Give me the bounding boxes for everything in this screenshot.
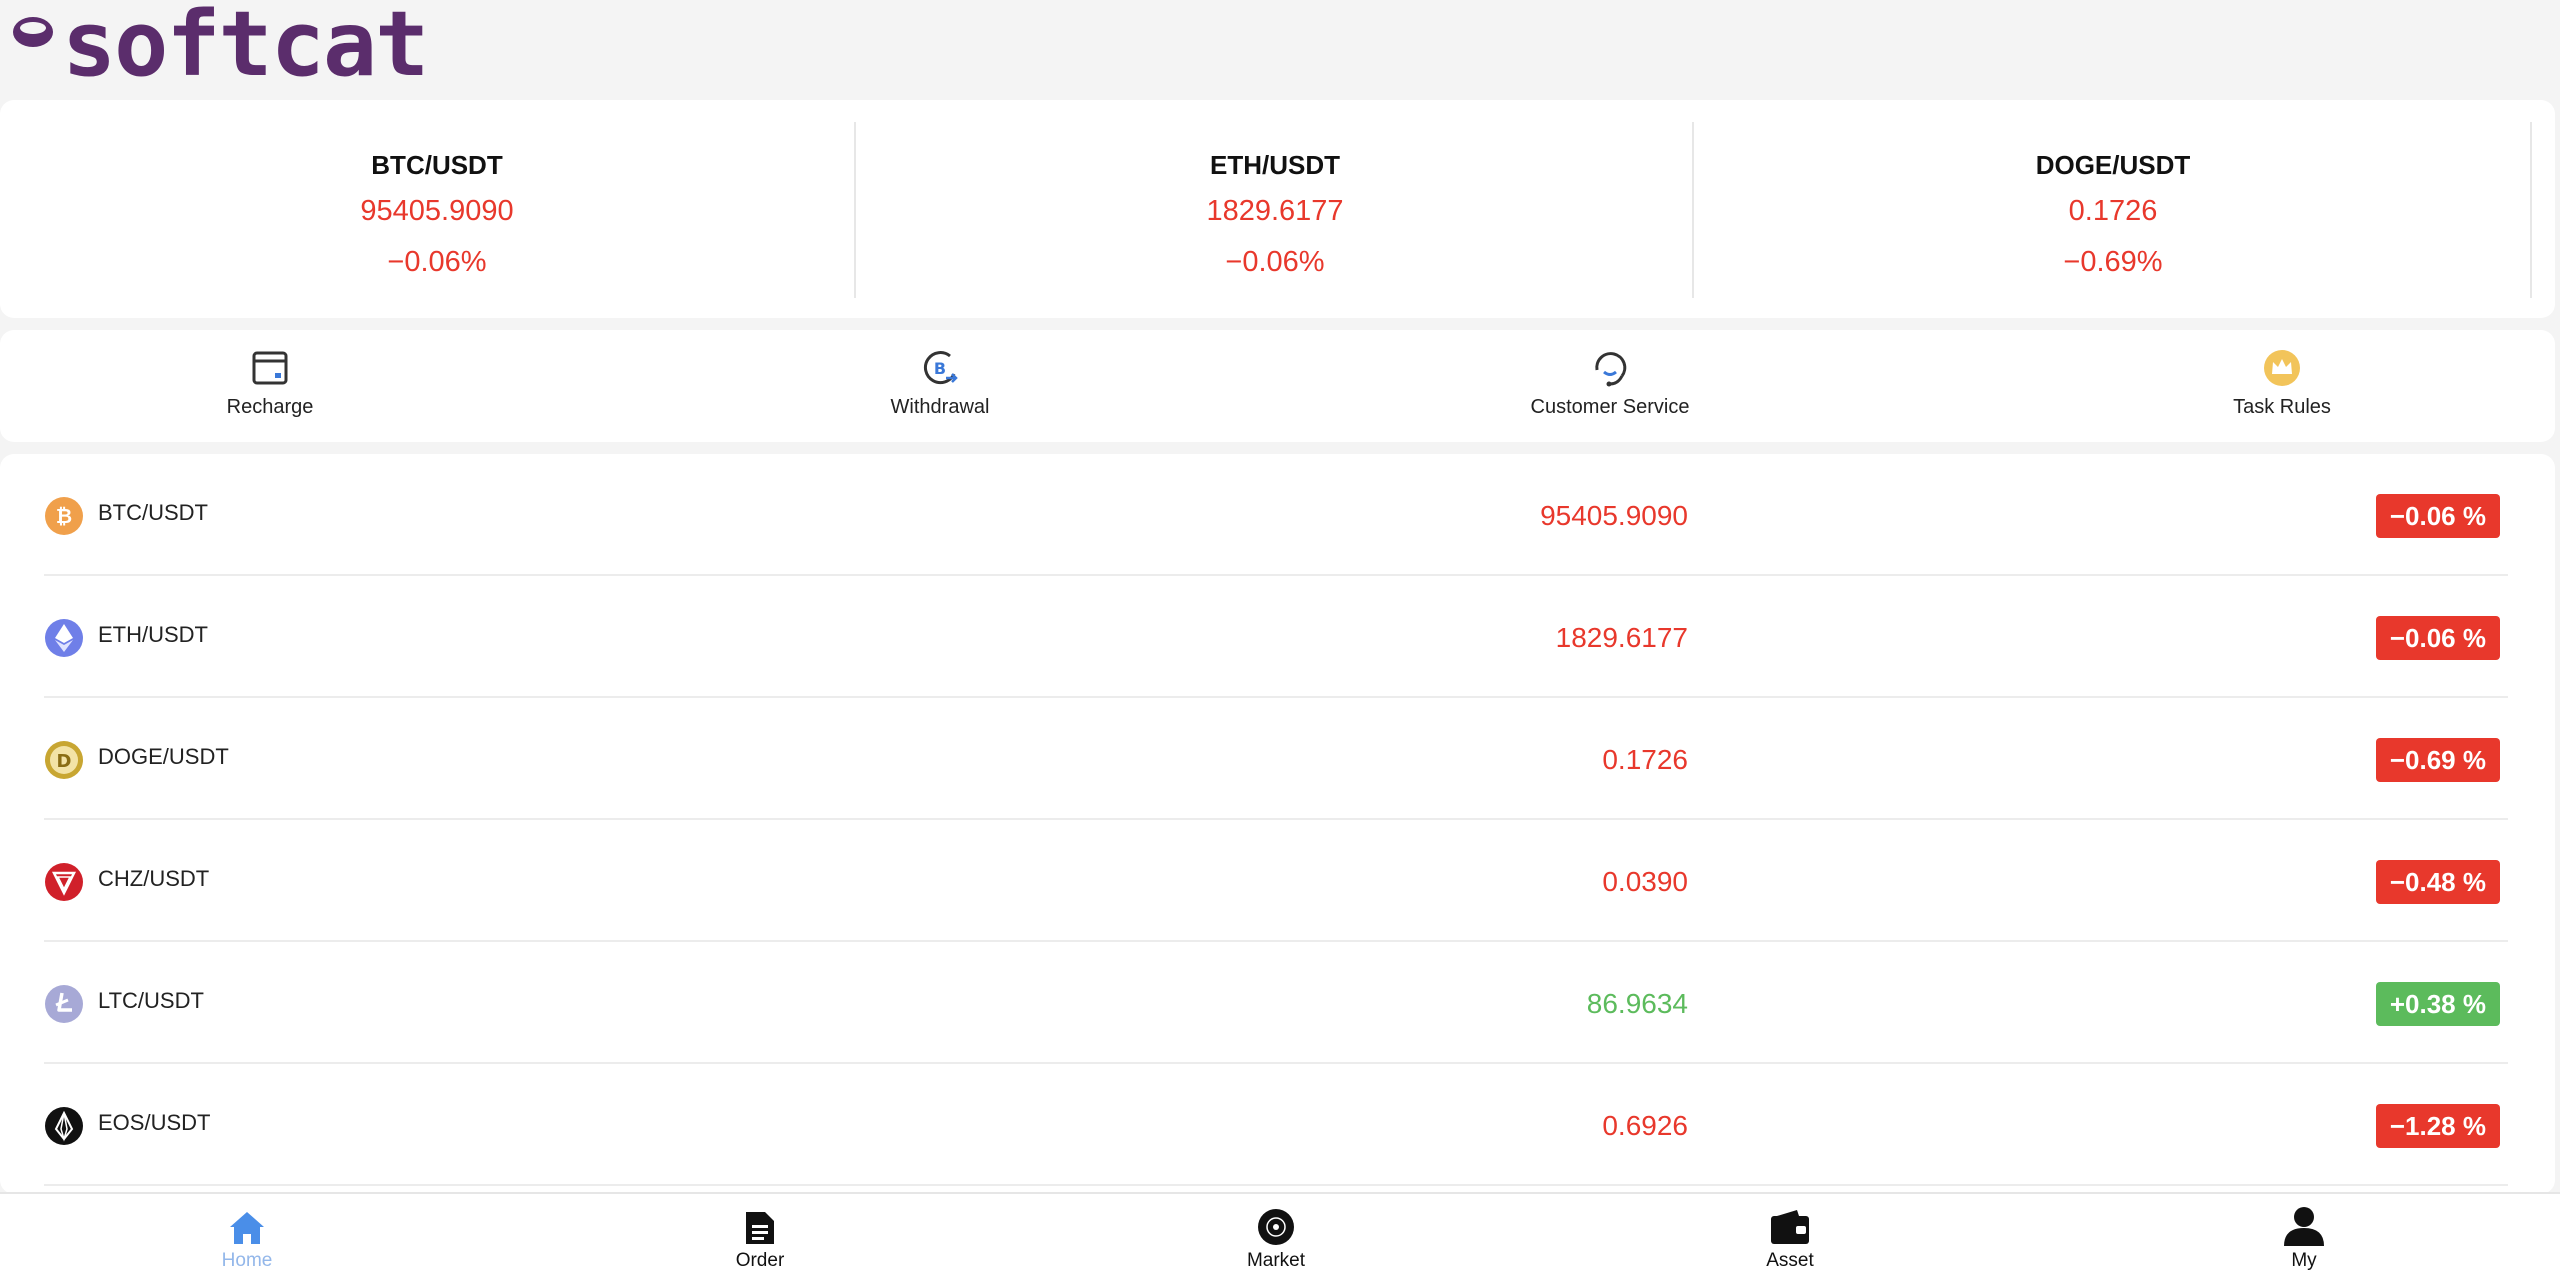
customer-service-label: Customer Service xyxy=(1530,396,1690,418)
change-badge: −0.69 % xyxy=(2375,738,2500,782)
customer-service-button[interactable]: Customer Service xyxy=(1460,346,1760,419)
task-rules-button[interactable]: Task Rules xyxy=(2132,346,2432,419)
ticker-eth[interactable]: ETH/USDT 1829.6177 −0.06% xyxy=(856,122,1694,298)
change-badge: −0.06 % xyxy=(2375,494,2500,538)
pair-price: 0.0390 xyxy=(1602,866,1688,897)
ticker-price: 0.1726 xyxy=(2068,195,2158,227)
pair-symbol: BTC/USDT xyxy=(98,500,208,525)
ticker-change: −0.06% xyxy=(1225,246,1325,278)
market-row-chz[interactable]: CHZ/USDT 0.0390 −0.48 % xyxy=(44,820,2508,942)
svg-text:₿: ₿ xyxy=(56,504,72,528)
pair-symbol: DOGE/USDT xyxy=(98,744,229,769)
recharge-button[interactable]: Recharge xyxy=(120,346,420,419)
nav-home[interactable]: Home xyxy=(147,1202,347,1272)
user-icon xyxy=(2284,1207,2324,1246)
recharge-label: Recharge xyxy=(226,396,314,418)
svg-text:D: D xyxy=(57,751,72,772)
market-row-btc[interactable]: ₿ BTC/USDT 95405.9090 −0.06 % xyxy=(44,454,2508,576)
ticker-btc[interactable]: BTC/USDT 95405.9090 −0.06% xyxy=(18,122,856,298)
headset-icon xyxy=(1595,352,1627,387)
wallet-icon xyxy=(1771,1210,1809,1244)
nav-label: My xyxy=(2291,1250,2317,1271)
market-row-ltc[interactable]: LTC/USDT 86.9634 +0.38 % xyxy=(44,942,2508,1064)
softcat-logo[interactable]: softcat xyxy=(8,0,448,90)
ethereum-icon xyxy=(45,619,83,657)
dogecoin-icon: D xyxy=(45,741,83,779)
pair-price: 95405.9090 xyxy=(1540,500,1688,531)
litecoin-icon xyxy=(45,985,83,1023)
bitcoin-icon: ₿ xyxy=(45,497,83,535)
quick-actions: Recharge B Withdrawal Customer Service T… xyxy=(0,330,2555,442)
bitcoin-withdraw-icon: B xyxy=(923,351,958,384)
nav-my[interactable]: My xyxy=(2204,1202,2404,1272)
change-badge: −1.28 % xyxy=(2375,1104,2500,1148)
market-row-eth[interactable]: ETH/USDT 1829.6177 −0.06 % xyxy=(44,576,2508,698)
pair-price: 0.1726 xyxy=(1602,744,1688,775)
pair-price: 86.9634 xyxy=(1586,988,1688,1019)
task-rules-label: Task Rules xyxy=(2233,396,2331,418)
withdrawal-label: Withdrawal xyxy=(890,396,990,418)
nav-order[interactable]: Order xyxy=(660,1202,860,1272)
pair-symbol: CHZ/USDT xyxy=(98,866,210,891)
ticker-pair: ETH/USDT xyxy=(1210,150,1340,180)
change-badge: −0.48 % xyxy=(2375,860,2500,904)
market-list: ₿ BTC/USDT 95405.9090 −0.06 % ETH/USDT 1… xyxy=(0,454,2555,1194)
ticker-pair: BTC/USDT xyxy=(371,150,503,180)
pair-price: 0.6926 xyxy=(1602,1110,1688,1141)
ticker-change: −0.06% xyxy=(387,246,487,278)
divider xyxy=(2530,122,2532,298)
pair-symbol: ETH/USDT xyxy=(98,622,208,647)
market-row-doge[interactable]: D DOGE/USDT 0.1726 −0.69 % xyxy=(44,698,2508,820)
nav-asset[interactable]: Asset xyxy=(1690,1202,1890,1272)
document-icon xyxy=(746,1212,774,1244)
header: softcat xyxy=(0,0,2560,100)
change-badge: +0.38 % xyxy=(2375,982,2500,1026)
ticker-doge[interactable]: DOGE/USDT 0.1726 −0.69% xyxy=(1694,122,2532,298)
eos-icon xyxy=(45,1107,83,1145)
pair-symbol: EOS/USDT xyxy=(98,1110,211,1135)
chiliz-icon xyxy=(45,863,83,901)
nav-label: Asset xyxy=(1766,1250,1814,1271)
pair-symbol: LTC/USDT xyxy=(98,988,204,1013)
market-row-eos[interactable]: EOS/USDT 0.6926 −1.28 % xyxy=(44,1064,2508,1186)
nav-label: Home xyxy=(221,1250,273,1271)
withdrawal-button[interactable]: B Withdrawal xyxy=(790,346,1090,419)
ticker-change: −0.69% xyxy=(2063,246,2163,278)
nav-label: Market xyxy=(1246,1250,1306,1271)
ticker-price: 1829.6177 xyxy=(1206,195,1344,227)
crown-icon xyxy=(2264,350,2300,386)
logo-mark-icon xyxy=(13,17,53,47)
market-icon xyxy=(1258,1209,1294,1245)
wallet-card-icon xyxy=(252,351,288,385)
change-badge: −0.06 % xyxy=(2375,616,2500,660)
svg-text:B: B xyxy=(934,359,946,378)
pair-price: 1829.6177 xyxy=(1555,622,1688,653)
nav-market[interactable]: Market xyxy=(1176,1202,1376,1272)
ticker-price: 95405.9090 xyxy=(360,195,514,227)
brand-wordmark: softcat xyxy=(62,0,429,97)
ticker-pair: DOGE/USDT xyxy=(2035,150,2191,180)
nav-label: Order xyxy=(735,1250,785,1271)
bottom-nav: Home Order Market Asset My xyxy=(0,1192,2560,1276)
ticker-summary: BTC/USDT 95405.9090 −0.06% ETH/USDT 1829… xyxy=(0,100,2555,318)
home-icon xyxy=(230,1212,264,1244)
